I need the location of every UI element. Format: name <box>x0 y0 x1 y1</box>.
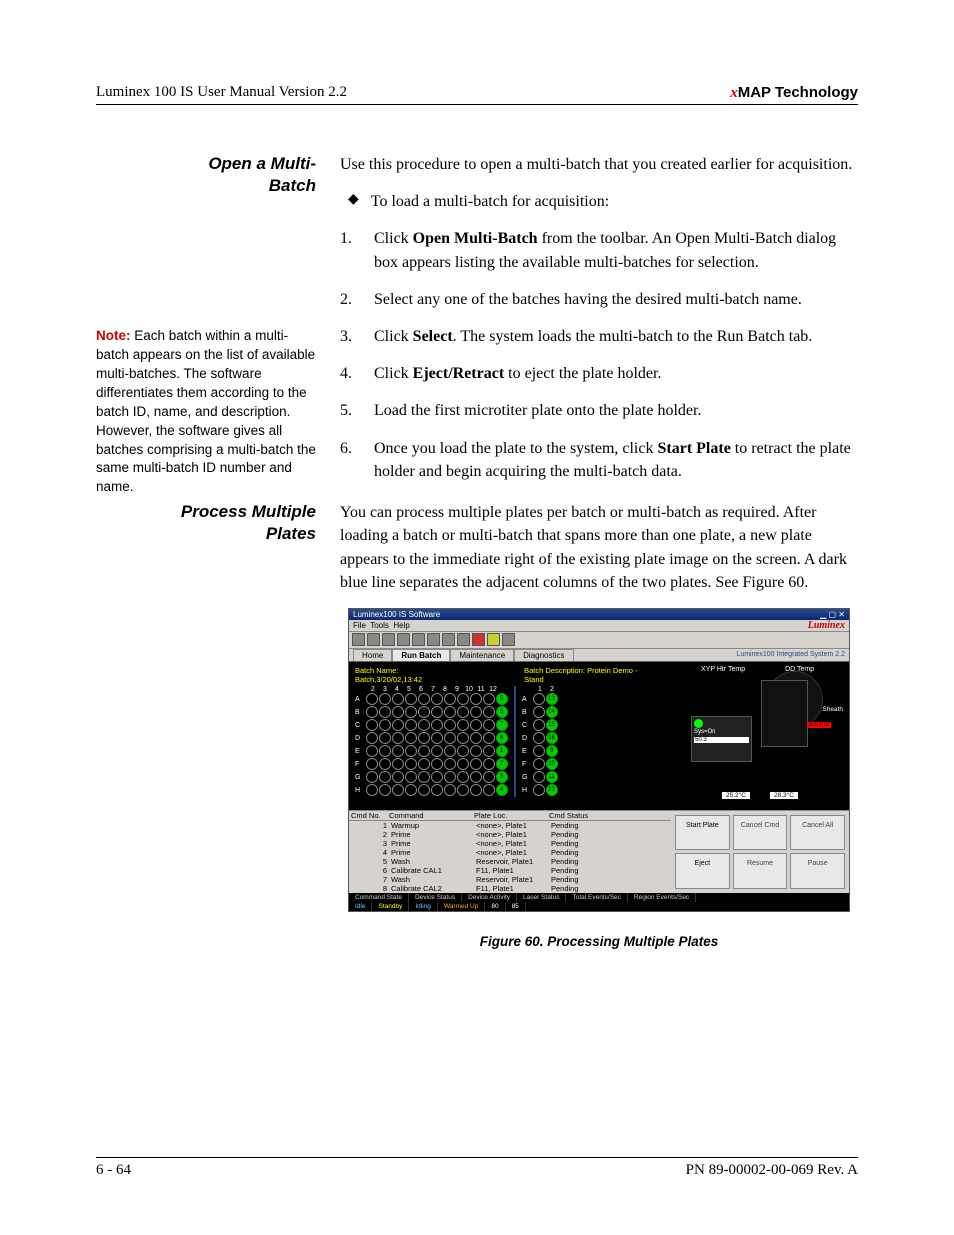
s2-text: Select any one of the batches having the… <box>374 288 802 311</box>
tab-run-batch: Run Batch <box>392 649 450 661</box>
toolbar-icon <box>367 633 380 646</box>
section1-title-l2: Batch <box>269 176 316 195</box>
button-panel: Start PlateCancel CmdCancel All EjectResu… <box>671 811 849 893</box>
note-body: Each batch within a multi-batch appears … <box>96 328 316 494</box>
tab-maintenance: Maintenance <box>450 649 514 661</box>
shot-toolbar <box>349 632 849 649</box>
shot-tabbar: Home Run Batch Maintenance Diagnostics L… <box>349 649 849 662</box>
footer-pn: PN 89-00002-00-069 Rev. A <box>686 1162 858 1179</box>
toolbar-icon <box>442 633 455 646</box>
gauge-temp-reading: 50.3 <box>694 737 749 743</box>
led-green-icon <box>694 719 703 728</box>
shot-main-area: Batch Name: Batch,3/20/02,13:42 Batch De… <box>349 662 849 810</box>
step-2: Select any one of the batches having the… <box>340 288 858 311</box>
s1-bold: Open Multi-Batch <box>413 230 538 247</box>
batch-name-label: Batch Name: <box>355 666 398 675</box>
version-label: Luminex100 Integrated System 2.2 <box>736 651 845 658</box>
tab-home: Home <box>353 649 392 661</box>
toolbar-icon <box>502 633 515 646</box>
section-title-process-plates: Process Multiple Plates <box>96 501 316 545</box>
header-right: xMAP Technology <box>730 84 858 102</box>
toolbar-icon <box>352 633 365 646</box>
s4-post: to eject the plate holder. <box>504 365 661 382</box>
gauge-psi-value: 6.0 PSI <box>807 722 831 728</box>
section2-title-l1: Process Multiple <box>181 502 316 521</box>
toolbar-eject-icon <box>487 633 500 646</box>
shot-titlebar: Luminex100 IS Software ▁ ▢ ✕ <box>349 609 849 620</box>
screenshot-button: Cancel Cmd <box>733 815 788 851</box>
diamond-bullet-icon: ◆ <box>348 190 359 213</box>
steps-list: Click Open Multi-Batch from the toolbar.… <box>340 227 858 483</box>
toolbar-icon <box>427 633 440 646</box>
s5-text: Load the first microtiter plate onto the… <box>374 399 701 422</box>
step-6: Once you load the plate to the system, c… <box>340 437 858 483</box>
step-1: Click Open Multi-Batch from the toolbar.… <box>340 227 858 273</box>
toolbar-icon <box>382 633 395 646</box>
note-label: Note: <box>96 328 131 343</box>
header-left: Luminex 100 IS User Manual Version 2.2 <box>96 84 347 102</box>
batch-desc-label: Batch Description: <box>524 666 585 675</box>
gauge-syson-label: Sys=On <box>694 729 749 735</box>
figure-caption: Figure 60. Processing Multiple Plates <box>340 934 858 949</box>
header-map: MAP Technology <box>738 84 858 101</box>
gauge-sheath-label: Sheath <box>822 706 843 713</box>
batch-name-value: Batch,3/20/02,13:42 <box>355 675 422 684</box>
footer-page-number: 6 - 64 <box>96 1162 131 1179</box>
toolbar-icon <box>457 633 470 646</box>
page-header: Luminex 100 IS User Manual Version 2.2 x… <box>96 84 858 105</box>
page-footer: 6 - 64 PN 89-00002-00-069 Rev. A <box>96 1157 858 1179</box>
screenshot-figure: Luminex100 IS Software ▁ ▢ ✕ File Tools … <box>348 608 850 912</box>
s3-pre: Click <box>374 328 413 345</box>
shot-lower: Cmd No.CommandPlate Loc.Cmd Status 1Warm… <box>349 810 849 893</box>
menu-help: Help <box>393 621 409 630</box>
tab-diagnostics: Diagnostics <box>514 649 573 661</box>
section1-title-l1: Open a Multi- <box>208 154 316 173</box>
s6-pre: Once you load the plate to the system, c… <box>374 440 657 457</box>
screenshot-button: Cancel All <box>790 815 845 851</box>
margin-note: Note: Each batch within a multi-batch ap… <box>96 327 316 497</box>
section-title-open-multibatch: Open a Multi- Batch <box>96 153 316 197</box>
command-table: Cmd No.CommandPlate Loc.Cmd Status 1Warm… <box>349 811 671 893</box>
section2-title-l2: Plates <box>266 524 316 543</box>
screenshot-button: Start Plate <box>675 815 730 851</box>
s6-bold: Start Plate <box>657 440 730 457</box>
screenshot-button: Eject <box>675 853 730 889</box>
gauge-thermo-icon <box>761 680 808 747</box>
load-bullet: ◆ To load a multi-batch for acquisition: <box>348 190 858 213</box>
s3-bold: Select <box>413 328 453 345</box>
s4-pre: Click <box>374 365 413 382</box>
window-controls-icon: ▁ ▢ ✕ <box>820 610 845 619</box>
section2-body: You can process multiple plates per batc… <box>340 501 858 594</box>
brand-logo: Luminex <box>808 620 845 631</box>
s4-bold: Eject/Retract <box>413 365 505 382</box>
s3-post: . The system loads the multi-batch to th… <box>453 328 813 345</box>
menu-file: File <box>353 621 366 630</box>
step-4: Click Eject/Retract to eject the plate h… <box>340 362 858 385</box>
toolbar-icon <box>397 633 410 646</box>
gauge-footval-2: 28.3°C <box>769 791 799 800</box>
gauge-xyp-label: XYP Htr Temp <box>701 666 745 673</box>
gauge-panel: XYP Htr Temp DD Temp Sheath Sys=On 50.3 <box>661 666 843 804</box>
screenshot-button: Resume <box>733 853 788 889</box>
bullet-text: To load a multi-batch for acquisition: <box>371 190 609 213</box>
step-5: Load the first microtiter plate onto the… <box>340 399 858 422</box>
shot-menubar: File Tools Help Luminex <box>349 620 849 632</box>
s1-pre: Click <box>374 230 413 247</box>
header-x: x <box>730 85 738 101</box>
gauge-syson-box: Sys=On 50.3 <box>691 716 752 762</box>
status-bar: Command StateDevice StatusDevice Activit… <box>349 893 849 911</box>
gauge-footval-1: 25.2°C <box>721 791 751 800</box>
screenshot-button: Pause <box>790 853 845 889</box>
shot-title: Luminex100 IS Software <box>353 610 440 619</box>
section1-intro: Use this procedure to open a multi-batch… <box>340 153 858 176</box>
toolbar-stop-icon <box>472 633 485 646</box>
step-3: Click Select. The system loads the multi… <box>340 325 858 348</box>
menu-tools: Tools <box>370 621 389 630</box>
toolbar-icon <box>412 633 425 646</box>
